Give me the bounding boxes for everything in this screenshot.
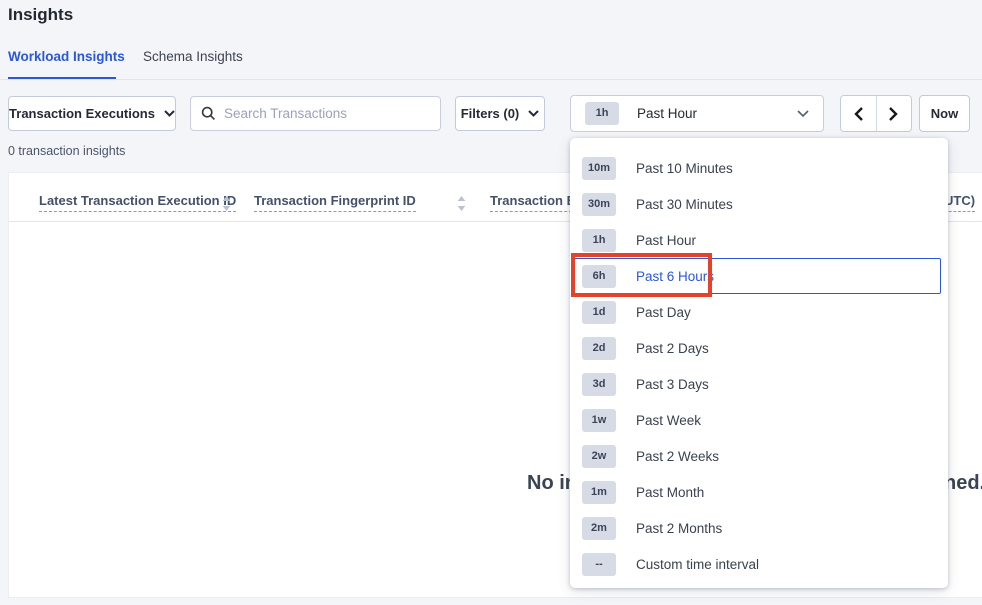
tab-workload-insights[interactable]: Workload Insights xyxy=(8,49,125,64)
empty-state-text-fragment-right: ned. xyxy=(944,472,982,495)
time-option-label: Past Hour xyxy=(636,233,696,248)
time-option-past-6-hours[interactable]: 6h Past 6 Hours xyxy=(570,258,948,294)
page-title: Insights xyxy=(8,5,73,25)
time-option-badge: 10m xyxy=(582,157,616,180)
time-option-label: Past 2 Months xyxy=(636,521,722,536)
tab-schema-insights[interactable]: Schema Insights xyxy=(143,49,243,64)
time-option-past-2-days[interactable]: 2d Past 2 Days xyxy=(570,330,948,366)
now-button-label: Now xyxy=(931,106,958,121)
chevron-down-icon xyxy=(164,110,175,117)
time-option-badge: -- xyxy=(582,553,616,576)
time-option-badge: 2w xyxy=(582,445,616,468)
time-nav-group xyxy=(840,95,912,132)
sort-icon[interactable] xyxy=(222,196,231,216)
now-button[interactable]: Now xyxy=(919,95,970,132)
column-header-utc-clipped[interactable]: UTC) xyxy=(944,193,975,208)
column-header-transaction-fingerprint-id[interactable]: Transaction Fingerprint ID xyxy=(254,193,416,208)
time-option-badge: 1m xyxy=(582,481,616,504)
tabs-divider xyxy=(0,79,982,80)
time-option-past-2-weeks[interactable]: 2w Past 2 Weeks xyxy=(570,438,948,474)
time-option-label: Past Week xyxy=(636,413,701,428)
search-input[interactable] xyxy=(224,106,430,121)
active-tab-underline xyxy=(8,77,116,79)
time-option-past-day[interactable]: 1d Past Day xyxy=(570,294,948,330)
time-range-dropdown: 10m Past 10 Minutes 30m Past 30 Minutes … xyxy=(570,138,948,588)
chevron-left-icon xyxy=(854,107,863,121)
time-option-badge: 1d xyxy=(582,301,616,324)
sort-icon[interactable] xyxy=(457,196,466,216)
search-icon xyxy=(201,106,216,121)
filters-label: Filters (0) xyxy=(461,106,520,121)
time-option-label: Past Day xyxy=(636,305,691,320)
time-option-past-week[interactable]: 1w Past Week xyxy=(570,402,948,438)
time-range-selector[interactable]: 1h Past Hour xyxy=(570,95,824,132)
time-option-past-hour[interactable]: 1h Past Hour xyxy=(570,222,948,258)
chevron-right-icon xyxy=(889,107,898,121)
time-option-label: Past 30 Minutes xyxy=(636,197,733,212)
column-header-latest-transaction-execution-id[interactable]: Latest Transaction Execution ID xyxy=(39,193,236,208)
time-next-button[interactable] xyxy=(876,96,912,131)
time-option-past-2-months[interactable]: 2m Past 2 Months xyxy=(570,510,948,546)
time-option-label: Past Month xyxy=(636,485,704,500)
time-option-label: Past 2 Days xyxy=(636,341,709,356)
view-selector-button[interactable]: Transaction Executions xyxy=(8,96,176,131)
filters-button[interactable]: Filters (0) xyxy=(455,96,545,131)
time-option-badge: 2d xyxy=(582,337,616,360)
time-option-label: Past 6 Hours xyxy=(636,269,714,284)
time-option-custom-time-interval[interactable]: -- Custom time interval xyxy=(570,546,948,582)
time-option-past-3-days[interactable]: 3d Past 3 Days xyxy=(570,366,948,402)
view-selector-label: Transaction Executions xyxy=(9,106,155,121)
time-option-badge: 2m xyxy=(582,517,616,540)
chevron-down-icon xyxy=(797,110,809,118)
insights-page: Insights Workload Insights Schema Insigh… xyxy=(0,0,982,605)
time-option-label: Past 3 Days xyxy=(636,377,709,392)
time-range-label: Past Hour xyxy=(637,106,697,121)
column-header-transaction-execution-clipped[interactable]: Transaction Ex xyxy=(490,193,582,208)
time-range-badge: 1h xyxy=(585,102,619,125)
time-option-badge: 1w xyxy=(582,409,616,432)
time-option-label: Past 2 Weeks xyxy=(636,449,719,464)
time-option-badge: 1h xyxy=(582,229,616,252)
time-option-badge: 6h xyxy=(582,265,616,288)
time-option-label: Custom time interval xyxy=(636,557,759,572)
time-option-badge: 30m xyxy=(582,193,616,216)
time-option-past-month[interactable]: 1m Past Month xyxy=(570,474,948,510)
chevron-down-icon xyxy=(528,110,539,117)
time-option-past-30-minutes[interactable]: 30m Past 30 Minutes xyxy=(570,186,948,222)
time-prev-button[interactable] xyxy=(841,96,876,131)
time-option-badge: 3d xyxy=(582,373,616,396)
insights-count: 0 transaction insights xyxy=(8,144,125,158)
time-option-label: Past 10 Minutes xyxy=(636,161,733,176)
search-box[interactable] xyxy=(190,96,441,131)
time-option-past-10-minutes[interactable]: 10m Past 10 Minutes xyxy=(570,150,948,186)
